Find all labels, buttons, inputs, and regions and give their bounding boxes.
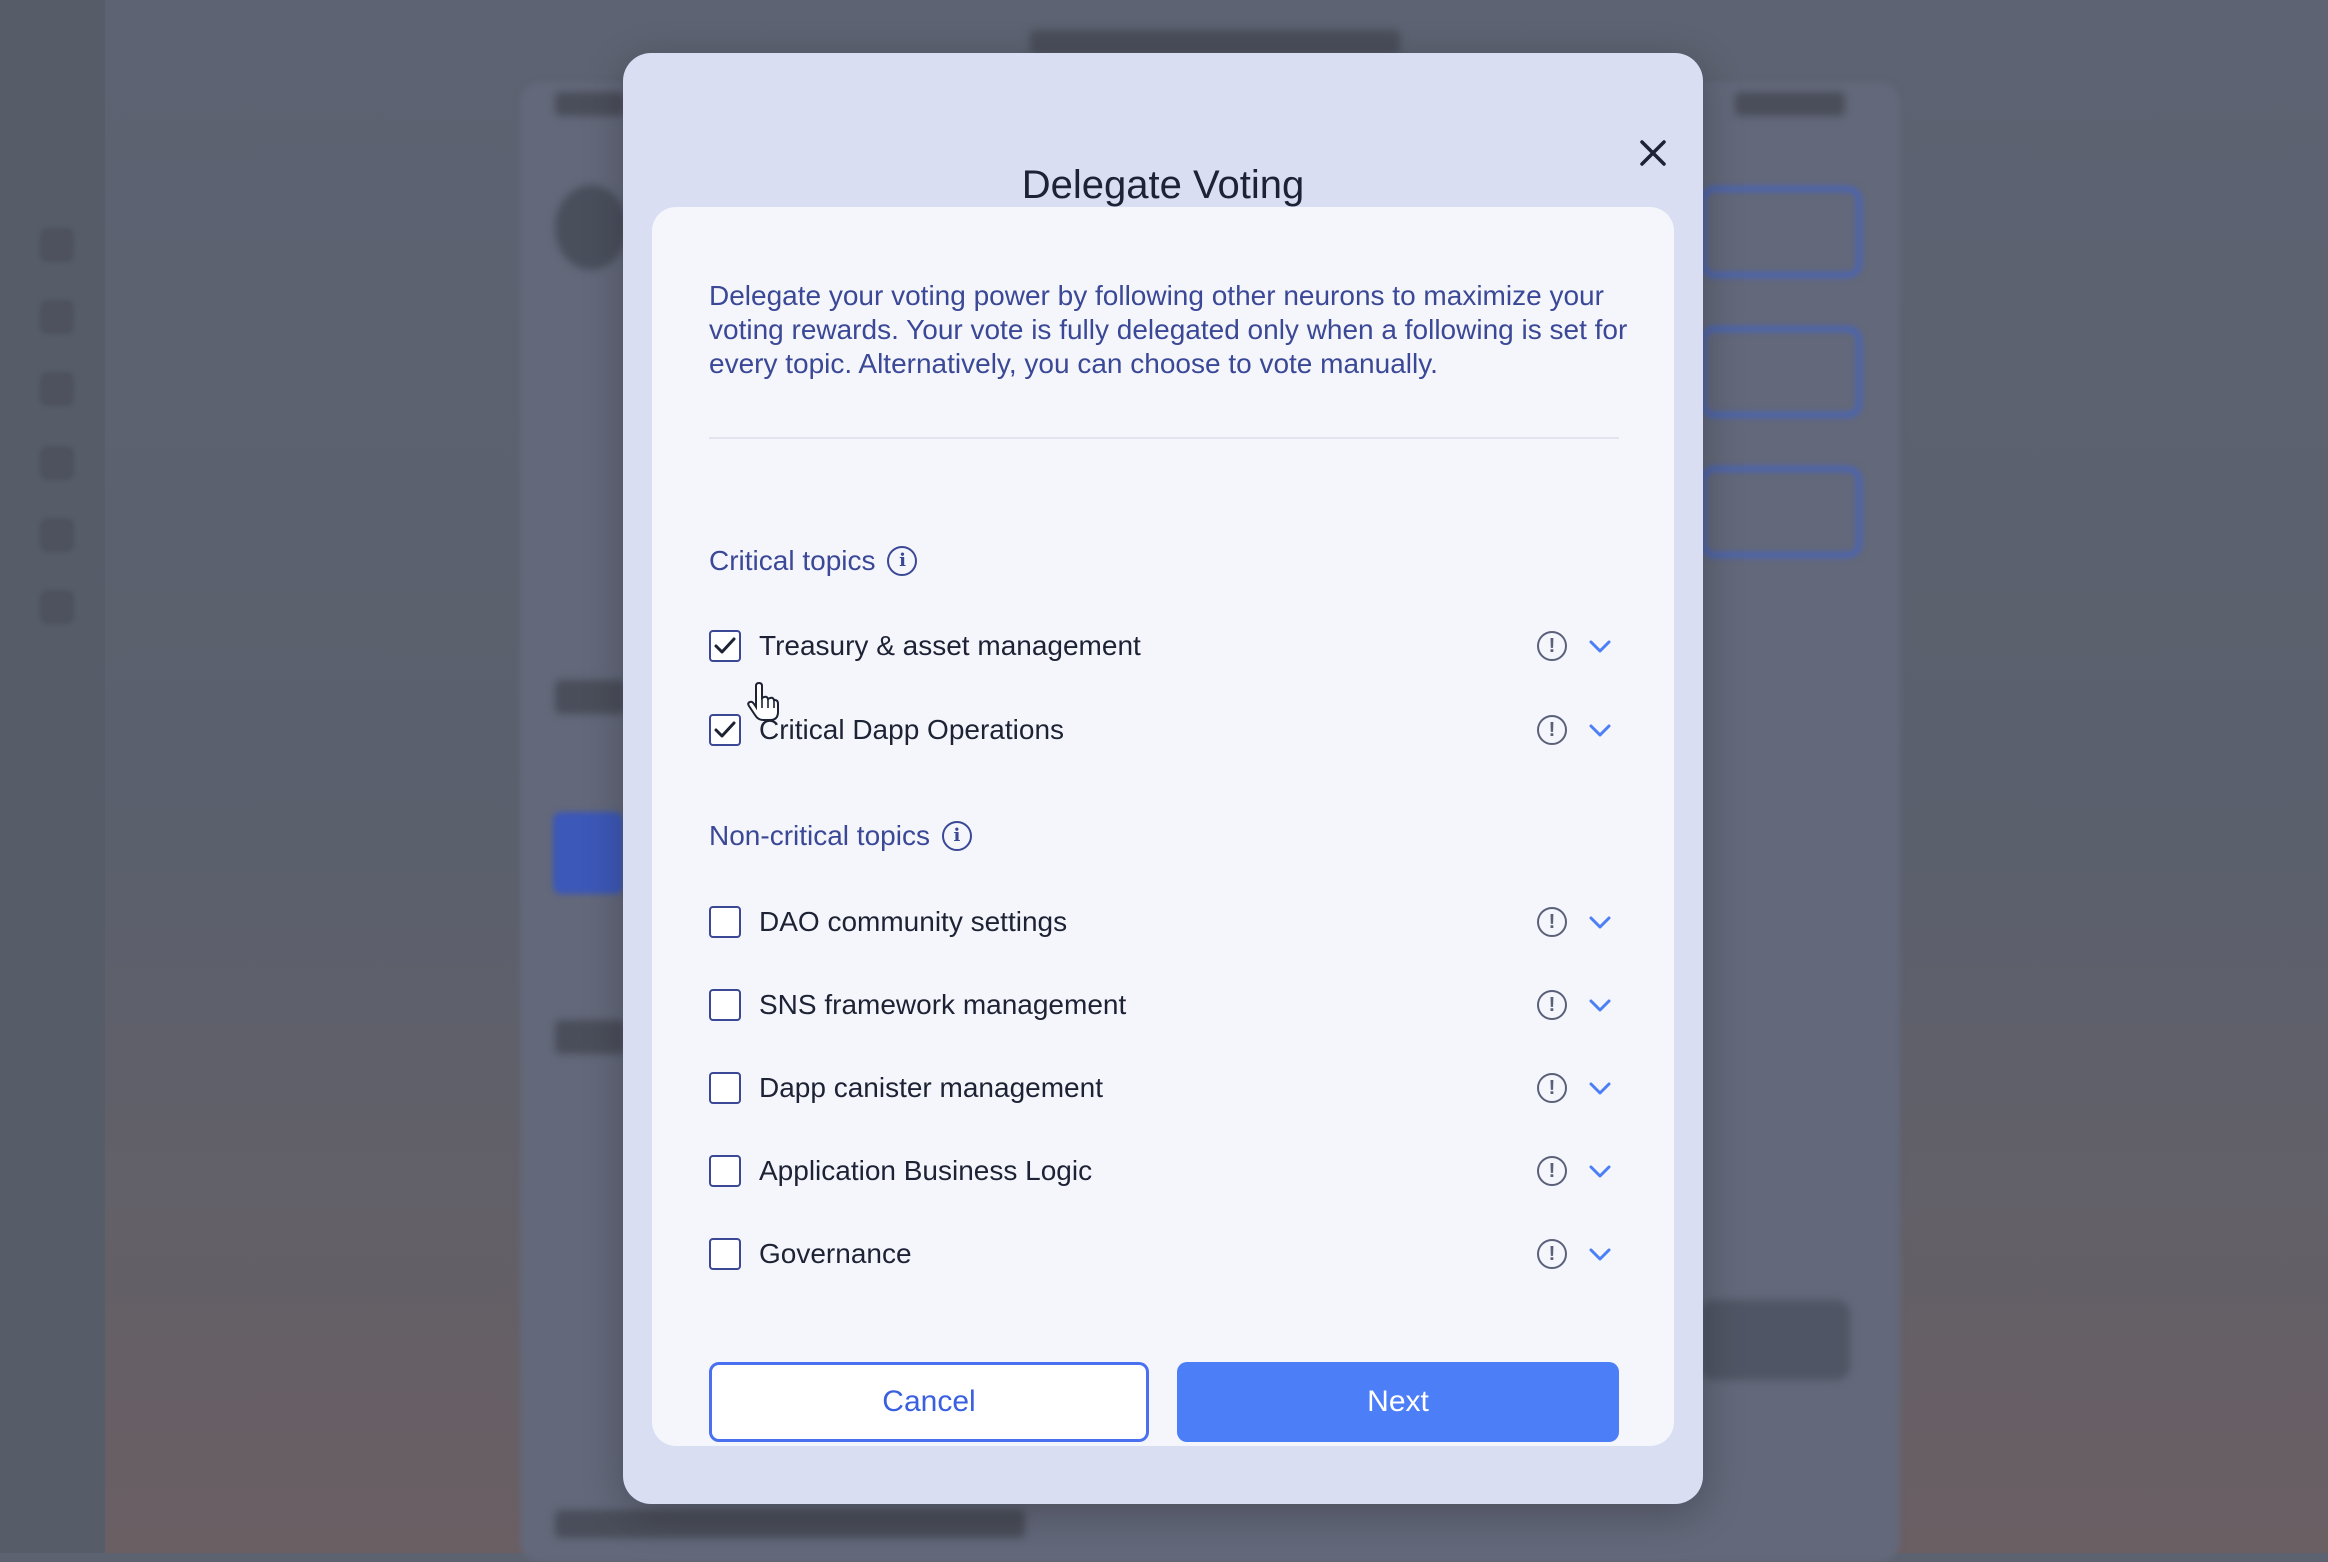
background-avatar — [555, 185, 627, 270]
warning-icon[interactable]: ! — [1537, 631, 1567, 661]
topic-checkbox[interactable] — [709, 1072, 741, 1104]
topic-checkbox[interactable] — [709, 906, 741, 938]
topic-label: Dapp canister management — [759, 1072, 1103, 1103]
topic-row[interactable]: Governance ! — [709, 1232, 1621, 1276]
divider — [709, 437, 1619, 439]
warning-icon[interactable]: ! — [1537, 1073, 1567, 1103]
next-button[interactable]: Next — [1177, 1362, 1619, 1442]
background-button — [1700, 326, 1862, 418]
background-text — [555, 92, 625, 116]
topic-row[interactable]: SNS framework management ! — [709, 983, 1621, 1027]
background-sidebar — [0, 0, 105, 1553]
section-non-critical-topics: Non-critical topics i — [709, 820, 972, 852]
chevron-down-icon[interactable] — [1587, 633, 1613, 659]
close-button[interactable] — [1623, 123, 1683, 183]
topic-label: Governance — [759, 1238, 912, 1269]
modal-title: Delegate Voting — [1021, 163, 1305, 207]
background-button — [1700, 466, 1862, 558]
topic-label: Critical Dapp Operations — [759, 714, 1065, 745]
warning-icon[interactable]: ! — [1537, 990, 1567, 1020]
background-title — [1030, 30, 1400, 54]
topic-checkbox[interactable] — [709, 630, 741, 662]
topic-checkbox[interactable] — [709, 989, 741, 1021]
section-title: Critical topics — [709, 545, 876, 576]
background-nav-item — [40, 518, 74, 552]
topic-label: SNS framework management — [759, 989, 1127, 1020]
section-critical-topics: Critical topics i — [709, 545, 918, 577]
topic-row[interactable]: Application Business Logic ! — [709, 1149, 1621, 1193]
warning-icon[interactable]: ! — [1537, 1239, 1567, 1269]
chevron-down-icon[interactable] — [1587, 1158, 1613, 1184]
background-button — [1700, 1300, 1850, 1380]
chevron-down-icon[interactable] — [1587, 717, 1613, 743]
chevron-down-icon[interactable] — [1587, 1075, 1613, 1101]
background-nav-item — [40, 228, 74, 262]
warning-icon[interactable]: ! — [1537, 715, 1567, 745]
topic-label: Application Business Logic — [759, 1155, 1093, 1186]
background-nav-item — [40, 446, 74, 480]
chevron-down-icon[interactable] — [1587, 1241, 1613, 1267]
modal-content-card: Delegate your voting power by following … — [652, 207, 1674, 1446]
cancel-button[interactable]: Cancel — [709, 1362, 1149, 1442]
warning-icon[interactable]: ! — [1537, 1156, 1567, 1186]
checkmark-icon — [714, 721, 736, 738]
info-icon[interactable]: i — [887, 546, 918, 576]
warning-icon[interactable]: ! — [1537, 907, 1567, 937]
checkmark-icon — [714, 637, 736, 654]
background-nav-item — [40, 300, 74, 334]
background-text — [555, 1020, 625, 1054]
intro-text: Delegate your voting power by following … — [709, 280, 1628, 379]
background-text — [1735, 92, 1845, 116]
topic-row[interactable]: Critical Dapp Operations ! — [709, 708, 1621, 752]
topic-row[interactable]: Treasury & asset management ! — [709, 624, 1621, 668]
delegate-voting-modal: Delegate Voting Delegate your voting pow… — [623, 53, 1703, 1504]
topic-label: Treasury & asset management — [759, 630, 1141, 661]
topic-row[interactable]: Dapp canister management ! — [709, 1066, 1621, 1110]
chevron-down-icon[interactable] — [1587, 992, 1613, 1018]
hand-cursor-icon — [747, 682, 779, 721]
close-icon — [1640, 140, 1666, 166]
topic-checkbox[interactable] — [709, 1155, 741, 1187]
topic-checkbox[interactable] — [709, 1238, 741, 1270]
background-blue-block — [553, 812, 623, 894]
background-nav-item — [40, 590, 74, 624]
chevron-down-icon[interactable] — [1587, 909, 1613, 935]
info-icon[interactable]: i — [941, 821, 972, 851]
background-button — [1700, 186, 1862, 278]
background-nav-item — [40, 372, 74, 406]
background-text — [555, 680, 625, 714]
background-text — [555, 1510, 1025, 1538]
topic-label: DAO community settings — [759, 906, 1068, 937]
topic-checkbox[interactable] — [709, 714, 741, 746]
section-title: Non-critical topics — [709, 820, 930, 851]
topic-row[interactable]: DAO community settings ! — [709, 900, 1621, 944]
